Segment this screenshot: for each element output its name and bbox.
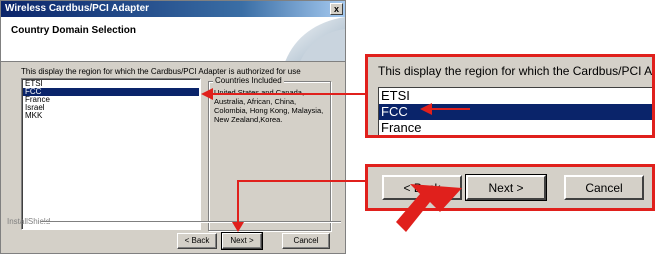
region-listbox[interactable]: ETSI FCC France Israel MKK — [21, 78, 201, 230]
swirl-graphic-icon — [285, 17, 345, 61]
screenshot-stage: Wireless Cardbus/PCI Adapter x Country D… — [0, 0, 655, 254]
window-title: Wireless Cardbus/PCI Adapter — [5, 3, 150, 14]
region-item-france[interactable]: France — [23, 96, 199, 104]
zoom-back-button[interactable]: < Back — [382, 175, 462, 200]
installshield-divider — [41, 221, 341, 223]
zoom-callout-buttons: < Back Next > Cancel — [365, 164, 655, 211]
zoom-callout-list: This display the region for which the Ca… — [365, 54, 655, 138]
page-title: Country Domain Selection — [11, 25, 137, 36]
zoom-region-listbox[interactable]: ETSI FCC France — [378, 87, 652, 135]
description-text: This display the region for which the Ca… — [21, 67, 301, 76]
close-button[interactable]: x — [330, 3, 343, 15]
zoom-region-item-etsi[interactable]: ETSI — [379, 88, 652, 104]
countries-groupbox: Countries Included United States and Can… — [208, 76, 331, 231]
zoom-region-item-fcc[interactable]: FCC — [379, 104, 652, 120]
header-banner: Country Domain Selection — [1, 17, 345, 62]
zoom-next-button[interactable]: Next > — [465, 174, 547, 201]
region-item-israel[interactable]: Israel — [23, 104, 199, 112]
zoom-region-item-france[interactable]: France — [379, 120, 652, 135]
title-bar: Wireless Cardbus/PCI Adapter x — [1, 1, 345, 17]
countries-group-label: Countries Included — [213, 76, 284, 85]
region-item-etsi[interactable]: ETSI — [23, 80, 199, 88]
zoom-description-text: This display the region for which the Ca… — [378, 64, 653, 78]
cancel-button[interactable]: Cancel — [282, 233, 330, 249]
setup-dialog: Wireless Cardbus/PCI Adapter x Country D… — [0, 0, 346, 254]
next-button[interactable]: Next > — [221, 232, 263, 250]
region-item-mkk[interactable]: MKK — [23, 112, 199, 120]
countries-included-text: United States and Canada, Australia, Afr… — [214, 88, 324, 124]
back-button[interactable]: < Back — [177, 233, 217, 249]
zoom-cancel-button[interactable]: Cancel — [564, 175, 644, 200]
